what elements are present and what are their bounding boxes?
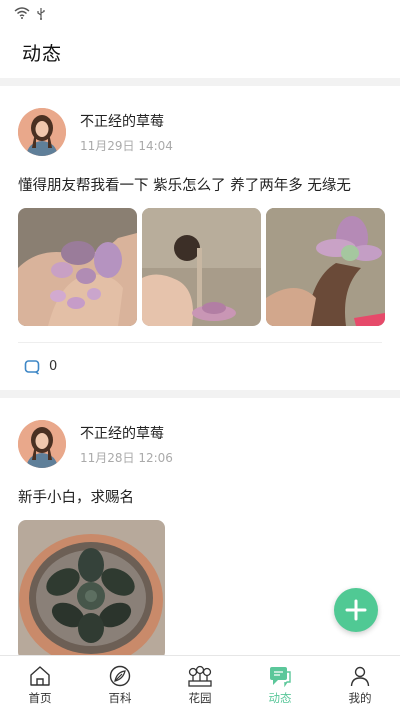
post-photo[interactable] bbox=[142, 208, 261, 326]
post-text: 懂得朋友帮我看一下 紫乐怎么了 养了两年多 无缘无 bbox=[18, 178, 351, 194]
tab-label: 花园 bbox=[188, 691, 212, 705]
tab-feed[interactable]: 动态 bbox=[240, 656, 320, 711]
divider bbox=[0, 390, 400, 398]
tab-garden[interactable]: 花园 bbox=[160, 656, 240, 711]
tab-label: 首页 bbox=[28, 691, 52, 705]
post-header: 不正经的草莓 11月29日 14:04 bbox=[18, 108, 382, 156]
photo-grid bbox=[18, 520, 382, 655]
divider bbox=[0, 78, 400, 86]
post-photo[interactable] bbox=[18, 208, 137, 326]
app-header: 动态 bbox=[0, 26, 400, 78]
post-footer: 0 bbox=[18, 342, 382, 390]
bottom-tab-bar: 首页 百科 花园 动态 我的 bbox=[0, 655, 400, 711]
usb-icon bbox=[37, 7, 45, 20]
avatar[interactable] bbox=[18, 420, 66, 468]
garden-icon bbox=[188, 665, 212, 687]
tab-encyclopedia[interactable]: 百科 bbox=[80, 656, 160, 711]
comment-icon[interactable] bbox=[24, 359, 40, 375]
encyclopedia-icon bbox=[109, 665, 131, 687]
page-title: 动态 bbox=[22, 42, 63, 65]
status-bar bbox=[0, 0, 400, 26]
post-time: 11月29日 14:04 bbox=[80, 138, 173, 153]
plus-icon bbox=[345, 599, 367, 621]
photo-grid bbox=[18, 208, 385, 326]
tab-label: 我的 bbox=[348, 691, 372, 705]
post-card[interactable]: 不正经的草莓 11月29日 14:04 懂得朋友帮我看一下 紫乐怎么了 养了两年… bbox=[0, 86, 400, 390]
feed-icon bbox=[270, 667, 291, 688]
tab-home[interactable]: 首页 bbox=[0, 656, 80, 711]
feed-list[interactable]: 不正经的草莓 11月29日 14:04 懂得朋友帮我看一下 紫乐怎么了 养了两年… bbox=[0, 78, 400, 655]
author-name[interactable]: 不正经的草莓 bbox=[80, 111, 173, 131]
tab-profile[interactable]: 我的 bbox=[320, 656, 400, 711]
comment-count: 0 bbox=[49, 359, 58, 374]
author-name[interactable]: 不正经的草莓 bbox=[80, 423, 173, 443]
tab-label: 动态 bbox=[268, 691, 292, 705]
avatar[interactable] bbox=[18, 108, 66, 156]
post-photo[interactable] bbox=[18, 520, 165, 655]
post-text: 新手小白，求赐名 bbox=[18, 490, 134, 506]
tab-label: 百科 bbox=[108, 691, 132, 705]
profile-icon bbox=[350, 666, 370, 687]
post-photo[interactable] bbox=[266, 208, 385, 326]
post-time: 11月28日 12:06 bbox=[80, 450, 173, 465]
wifi-icon bbox=[14, 7, 30, 19]
add-post-button[interactable] bbox=[334, 588, 378, 632]
post-header: 不正经的草莓 11月28日 12:06 bbox=[18, 420, 382, 468]
home-icon bbox=[30, 666, 50, 686]
